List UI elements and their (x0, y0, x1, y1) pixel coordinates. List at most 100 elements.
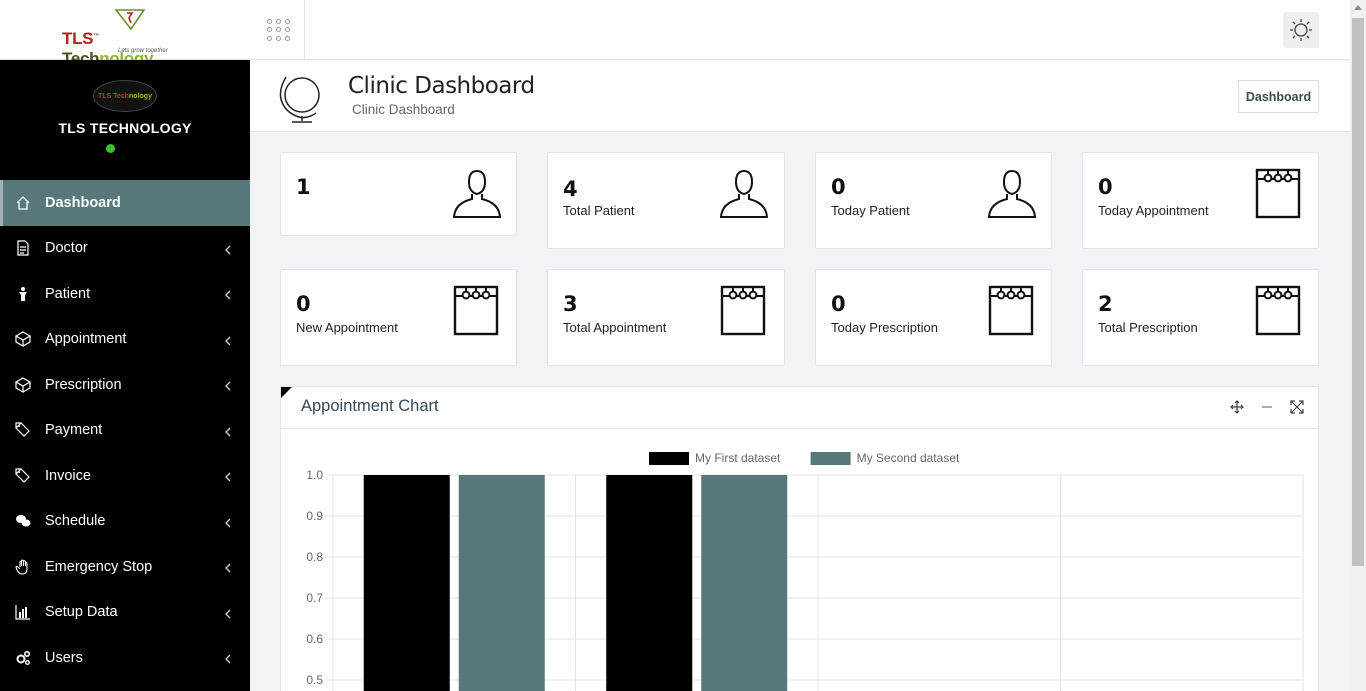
sidebar-profile: TLS Technology TLS TECHNOLOGY (0, 60, 250, 180)
legend-swatch (649, 452, 689, 465)
page-header: Clinic Dashboard Clinic Dashboard Dashbo… (250, 61, 1350, 132)
user-icon (719, 169, 769, 218)
scroll-up-arrow-icon[interactable] (1354, 5, 1362, 10)
sidebar: TLS Technology TLS TECHNOLOGY Dashboard … (0, 60, 250, 691)
sidebar-item-label: Prescription (45, 376, 122, 393)
minimize-icon[interactable] (1259, 399, 1275, 415)
cube-icon (15, 331, 31, 348)
stat-card[interactable]: 0 Today Patient (815, 152, 1052, 249)
sidebar-item-appointment[interactable]: Appointment (0, 317, 250, 363)
y-tick-label: 0.8 (306, 550, 323, 564)
user-icon (452, 169, 502, 218)
online-status-dot (106, 144, 115, 153)
sidebar-item-payment[interactable]: Payment (0, 408, 250, 454)
sidebar-item-setup-data[interactable]: Setup Data (0, 590, 250, 636)
y-tick-label: 0.7 (306, 591, 323, 605)
apps-grid-icon[interactable] (262, 15, 292, 45)
stat-value: 0 (296, 292, 311, 316)
stat-value: 4 (563, 177, 578, 201)
stat-card[interactable]: 3 Total Appointment (547, 269, 785, 366)
stat-card[interactable]: 1 (280, 152, 517, 236)
sidebar-item-emergency-stop[interactable]: Emergency Stop (0, 544, 250, 590)
y-tick-label: 0.6 (306, 632, 323, 646)
sidebar-item-label: Patient (45, 285, 91, 302)
chevron-left-icon (224, 516, 232, 532)
stat-card[interactable]: 4 Total Patient (547, 152, 785, 249)
gears-icon (15, 650, 31, 666)
stat-card[interactable]: 0 Today Prescription (815, 269, 1052, 366)
user-icon (987, 169, 1037, 218)
scrollbar-thumb[interactable] (1352, 18, 1364, 566)
stat-card[interactable]: 2 Total Prescription (1082, 269, 1319, 366)
page-subtitle: Clinic Dashboard (352, 102, 455, 117)
sidebar-item-prescription[interactable]: Prescription (0, 362, 250, 408)
panel-corner-marker (281, 387, 292, 398)
breadcrumb-dashboard-button[interactable]: Dashboard (1238, 80, 1319, 113)
stat-value: 0 (831, 292, 846, 316)
stat-card[interactable]: 0 Today Appointment (1082, 152, 1319, 249)
chat-icon (15, 513, 31, 529)
logo-triangle-icon (115, 9, 145, 31)
legend-label: My First dataset (695, 451, 781, 465)
sidebar-item-label: Users (45, 649, 83, 666)
bar (606, 475, 693, 691)
expand-icon[interactable] (1289, 399, 1305, 415)
stat-card[interactable]: 0 New Appointment (280, 269, 517, 366)
stat-value: 3 (563, 292, 578, 316)
sidebar-item-users[interactable]: Users (0, 635, 250, 681)
appointment-bar-chart: My First dataset My Second dataset 1.0 0.9 0… (306, 451, 1304, 691)
globe-icon (279, 76, 320, 123)
sun-icon (1290, 19, 1312, 41)
y-tick-label: 0.9 (306, 509, 323, 523)
chevron-left-icon (224, 334, 232, 350)
move-icon[interactable] (1229, 399, 1245, 415)
bar (458, 475, 545, 691)
calendar-icon (720, 285, 766, 336)
chevron-left-icon (224, 243, 232, 259)
sidebar-item-label: Doctor (45, 240, 88, 257)
legend-label: My Second dataset (857, 451, 960, 465)
sidebar-item-doctor[interactable]: Doctor (0, 226, 250, 272)
chevron-left-icon (224, 652, 232, 668)
y-tick-label: 0.5 (306, 673, 323, 687)
panel-title: Appointment Chart (301, 397, 439, 415)
settings-button[interactable] (1283, 12, 1319, 48)
profile-name: TLS TECHNOLOGY (58, 120, 192, 136)
stat-label: Today Prescription (831, 320, 938, 335)
stat-value: 1 (296, 175, 311, 199)
sidebar-item-dashboard[interactable]: Dashboard (0, 180, 250, 226)
sidebar-item-invoice[interactable]: Invoice (0, 453, 250, 499)
hand-icon (15, 559, 31, 575)
sidebar-item-label: Invoice (45, 467, 91, 484)
chevron-left-icon (224, 470, 232, 486)
document-icon (15, 240, 31, 256)
calendar-icon (988, 285, 1034, 336)
sidebar-item-label: Emergency Stop (45, 558, 153, 575)
page-scrollbar[interactable] (1350, 0, 1366, 691)
bar-chart-icon (15, 604, 31, 620)
top-header: TLS™ Technology Lets grow together (0, 0, 1350, 68)
sidebar-item-label: Setup Data (45, 604, 118, 621)
tag-icon (15, 422, 31, 438)
chevron-left-icon (224, 561, 232, 577)
home-icon (15, 195, 31, 211)
calendar-icon (453, 285, 499, 336)
chevron-left-icon (224, 288, 232, 304)
chevron-left-icon (224, 425, 232, 441)
panel-header: Appointment Chart (281, 387, 1318, 429)
logo[interactable]: TLS™ Technology Lets grow together (0, 0, 250, 68)
stat-label: New Appointment (296, 320, 398, 335)
avatar[interactable]: TLS Technology (93, 80, 157, 112)
stat-value: 0 (831, 175, 846, 199)
sidebar-item-label: Appointment (45, 331, 127, 348)
sidebar-item-schedule[interactable]: Schedule (0, 499, 250, 545)
appointment-chart-panel: Appointment Chart My First dataset My Sec… (280, 386, 1319, 691)
calendar-icon (1255, 285, 1301, 336)
chevron-left-icon (224, 379, 232, 395)
sidebar-item-label: Payment (45, 422, 103, 439)
stat-label: Total Prescription (1098, 320, 1198, 335)
sidebar-item-patient[interactable]: Patient (0, 271, 250, 317)
sidebar-item-label: Schedule (45, 513, 106, 530)
stat-label: Total Appointment (563, 320, 667, 335)
calendar-icon (1255, 168, 1301, 219)
